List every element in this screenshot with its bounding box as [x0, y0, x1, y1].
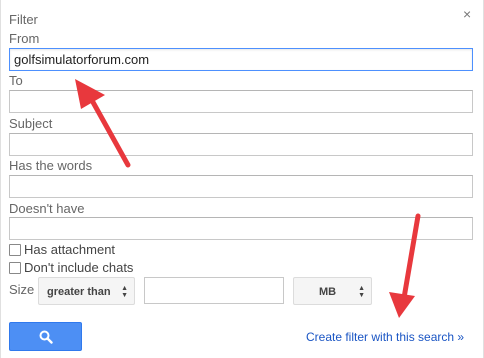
size-unit-value: MB [319, 286, 337, 298]
doesnt-have-label: Doesn't have [9, 201, 85, 216]
size-operator-value: greater than [47, 286, 111, 298]
to-field[interactable] [9, 90, 473, 113]
dialog-title: Filter [9, 12, 38, 27]
search-button[interactable] [9, 322, 82, 351]
subject-label: Subject [9, 116, 53, 131]
size-unit-select[interactable]: MB ▲ ▼ [293, 277, 372, 305]
has-words-field[interactable] [9, 175, 473, 198]
dont-include-chats-label: Don't include chats [24, 260, 134, 275]
size-label: Size [9, 282, 35, 297]
updown-arrow-icon: ▲ ▼ [121, 285, 128, 299]
filter-dialog: Filter × From To Subject Has the words D… [0, 0, 484, 358]
doesnt-have-field[interactable] [9, 217, 473, 240]
size-operator-select[interactable]: greater than ▲ ▼ [38, 277, 135, 305]
has-words-label: Has the words [9, 158, 93, 173]
from-label: From [9, 31, 40, 46]
dont-include-chats-checkbox[interactable] [9, 262, 21, 274]
subject-field[interactable] [9, 133, 473, 156]
has-attachment-checkbox[interactable] [9, 244, 21, 256]
updown-arrow-icon: ▲ ▼ [358, 285, 365, 299]
close-icon[interactable]: × [463, 6, 471, 22]
from-field[interactable] [9, 48, 473, 71]
size-value-input[interactable] [144, 277, 284, 304]
to-label: To [9, 73, 23, 88]
search-icon [39, 330, 53, 344]
has-attachment-label: Has attachment [24, 242, 116, 257]
create-filter-link[interactable]: Create filter with this search » [306, 330, 464, 344]
